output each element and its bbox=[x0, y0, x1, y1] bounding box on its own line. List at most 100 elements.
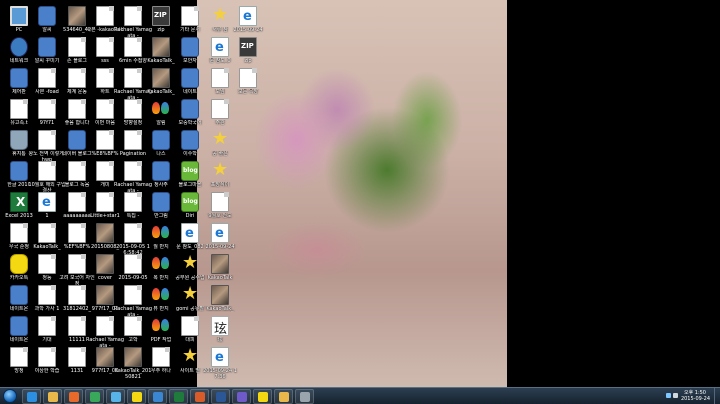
doc-icon bbox=[124, 254, 142, 274]
doc-icon bbox=[96, 37, 114, 57]
taskbar-hwp-button[interactable] bbox=[148, 389, 167, 404]
doc-icon bbox=[124, 130, 142, 150]
star-icon bbox=[181, 252, 199, 274]
desktop-icon[interactable]: 우주 하나 bbox=[146, 345, 176, 387]
desktop-icon-label: 2015-09-24 bbox=[233, 27, 263, 33]
doc-icon bbox=[124, 37, 142, 57]
taskbar-safari-button[interactable] bbox=[106, 389, 125, 404]
doc-icon bbox=[68, 68, 86, 88]
doc-icon bbox=[96, 130, 114, 150]
doc-icon bbox=[96, 316, 114, 336]
doc-icon bbox=[68, 347, 86, 367]
desktop-icon[interactable]: 모든 목장 bbox=[233, 66, 263, 108]
doc-icon bbox=[181, 316, 199, 336]
show-desktop-button[interactable] bbox=[714, 388, 720, 404]
doc-icon bbox=[68, 161, 86, 181]
doc-icon bbox=[38, 99, 56, 119]
doc-icon bbox=[124, 6, 142, 26]
ie-icon bbox=[38, 192, 56, 212]
app-icon bbox=[152, 130, 170, 150]
doc-icon bbox=[68, 254, 86, 274]
doc-icon bbox=[38, 285, 56, 305]
star-icon bbox=[181, 345, 199, 367]
taskbar-ie-button[interactable] bbox=[22, 389, 41, 404]
zip-icon bbox=[152, 6, 170, 26]
taskbar-explorer-button[interactable] bbox=[43, 389, 62, 404]
desktop-icon[interactable]: 1131 bbox=[62, 345, 92, 387]
star-icon bbox=[211, 4, 229, 26]
img-icon bbox=[68, 6, 86, 26]
desktop-icon[interactable]: KakaoTalk_20150821 bbox=[115, 345, 151, 387]
chrome-icon bbox=[90, 392, 100, 402]
img-icon bbox=[96, 254, 114, 274]
media-player-icon bbox=[69, 392, 79, 402]
doc-icon bbox=[68, 223, 86, 243]
img-icon bbox=[211, 254, 229, 274]
taskbar-chrome-button[interactable] bbox=[85, 389, 104, 404]
volume-tray-icon[interactable] bbox=[673, 393, 678, 398]
doc-icon bbox=[68, 192, 86, 212]
app-icon bbox=[10, 161, 28, 181]
desktop-icon[interactable]: 977f17_03 bbox=[90, 345, 120, 387]
butterfly-icon bbox=[152, 316, 170, 336]
img-icon bbox=[124, 347, 142, 367]
desktop-icon[interactable]: 사이트 별 bbox=[175, 345, 205, 387]
desktop-icon-label: 9월호 전도 bbox=[208, 213, 232, 219]
blog-icon bbox=[181, 192, 199, 212]
doc-icon bbox=[38, 68, 56, 88]
talk-icon bbox=[132, 392, 142, 402]
doc-icon bbox=[38, 130, 56, 150]
folder-icon bbox=[279, 392, 289, 402]
doc-icon bbox=[211, 68, 229, 88]
doc-icon bbox=[96, 161, 114, 181]
doc-icon bbox=[124, 99, 142, 119]
desktop-icon[interactable]: 방정 bbox=[4, 345, 34, 387]
img-icon bbox=[96, 347, 114, 367]
taskbar-kakao-button[interactable] bbox=[253, 389, 272, 404]
doc-icon bbox=[68, 37, 86, 57]
desktop-icon-label: 玹 bbox=[217, 337, 223, 343]
clock-date[interactable]: 2015-09-24 bbox=[681, 396, 710, 402]
desktop-icon-label: KakaoTalk bbox=[207, 275, 233, 281]
ppt-icon bbox=[195, 392, 205, 402]
doc-icon bbox=[96, 99, 114, 119]
taskbar-talk-button[interactable] bbox=[127, 389, 146, 404]
taskbar-app-8-button[interactable] bbox=[295, 389, 314, 404]
ie-icon bbox=[211, 37, 229, 57]
doc-icon bbox=[211, 192, 229, 212]
app-7-icon bbox=[237, 392, 247, 402]
taskbar-app-7-button[interactable] bbox=[232, 389, 251, 404]
doc-icon bbox=[38, 316, 56, 336]
network-tray-icon[interactable] bbox=[666, 393, 671, 398]
app-icon bbox=[181, 68, 199, 88]
doc-icon bbox=[124, 285, 142, 305]
desktop-icon-label: zip bbox=[244, 58, 252, 64]
img-icon bbox=[211, 285, 229, 305]
app-icon bbox=[10, 316, 28, 336]
app-icon bbox=[152, 161, 170, 181]
start-button[interactable] bbox=[1, 388, 19, 404]
safari-icon bbox=[111, 392, 121, 402]
windows-orb-icon bbox=[3, 389, 17, 403]
star-icon bbox=[181, 283, 199, 305]
taskbar-ppt-button[interactable] bbox=[190, 389, 209, 404]
hwp-icon bbox=[153, 392, 163, 402]
app-icon bbox=[181, 37, 199, 57]
taskbar-excel-button[interactable] bbox=[169, 389, 188, 404]
network-icon bbox=[10, 37, 28, 57]
taskbar-folder-button[interactable] bbox=[274, 389, 293, 404]
img-icon bbox=[96, 223, 114, 243]
butterfly-icon bbox=[152, 99, 170, 119]
butterfly-icon bbox=[152, 285, 170, 305]
ie-icon bbox=[181, 223, 199, 243]
desktop-icon-label: 주관 bbox=[215, 120, 225, 126]
taskbar-word-button[interactable] bbox=[211, 389, 230, 404]
clock-time[interactable]: 오후 1:50 bbox=[684, 389, 706, 396]
taskbar-media-player-button[interactable] bbox=[64, 389, 83, 404]
desktop-icon[interactable]: 2015-09-24 17:36 bbox=[203, 345, 237, 387]
desktop-icon[interactable]: 이상한 학습 bbox=[32, 345, 62, 387]
doc-icon bbox=[38, 223, 56, 243]
blog-icon bbox=[181, 161, 199, 181]
doc-icon bbox=[10, 223, 28, 243]
doc-icon bbox=[124, 161, 142, 181]
